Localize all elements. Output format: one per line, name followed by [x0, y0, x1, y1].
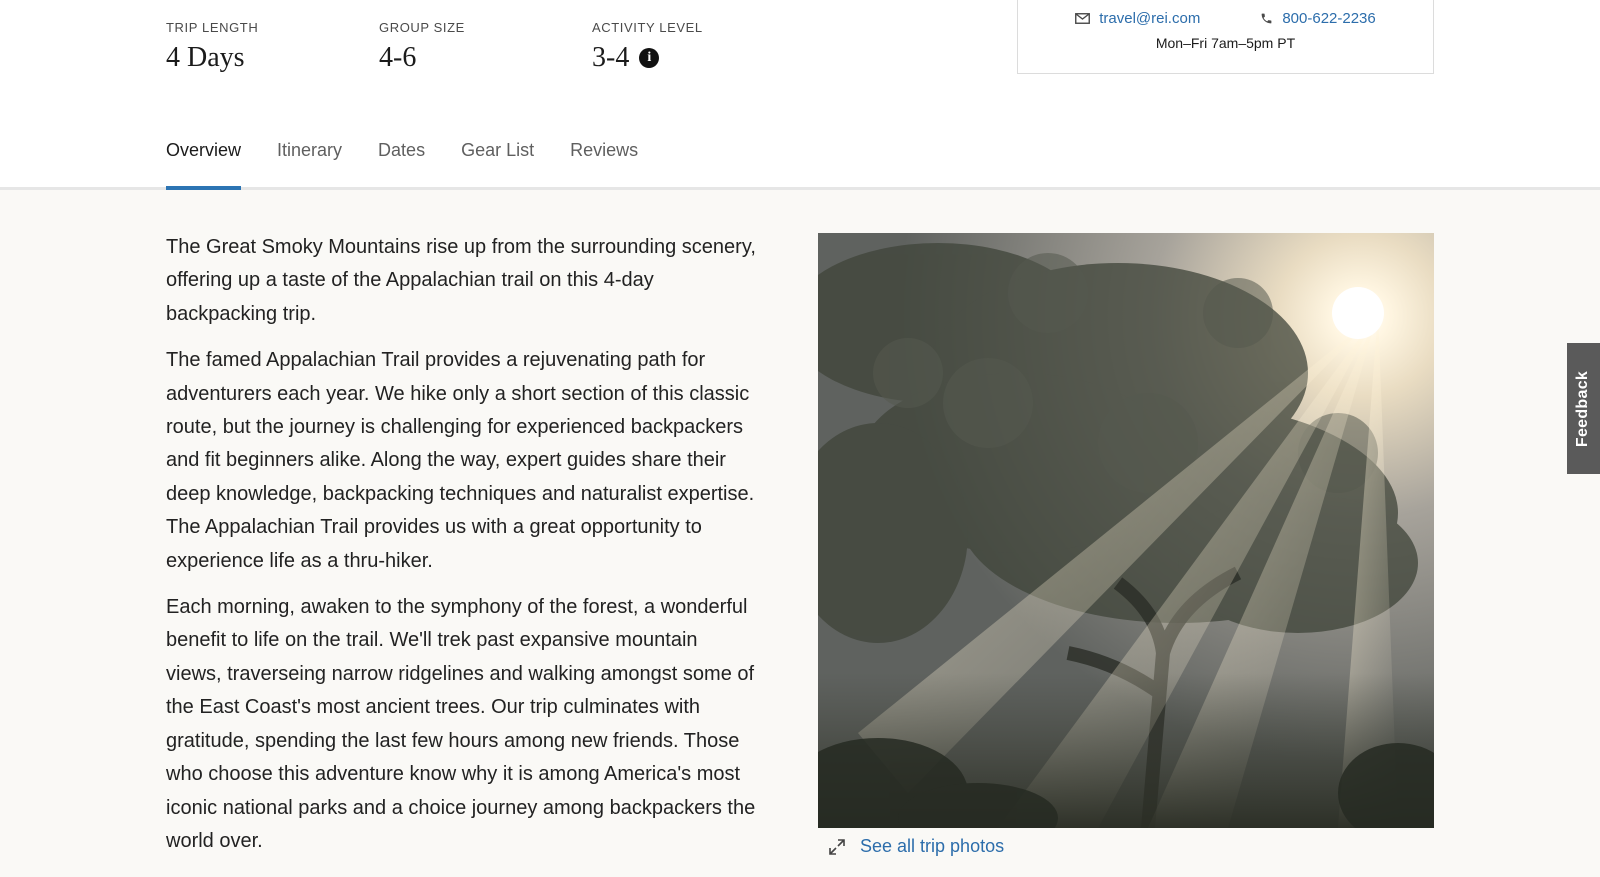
- trip-stats: TRIP LENGTH 4 Days GROUP SIZE 4-6 ACTIVI…: [166, 20, 805, 74]
- contact-row: travel@rei.com 800-622-2236: [1018, 10, 1433, 27]
- stat-trip-length: TRIP LENGTH 4 Days: [166, 20, 379, 74]
- stat-value: 4 Days: [166, 42, 379, 74]
- stat-value-text: 4-6: [379, 42, 417, 73]
- stat-label: GROUP SIZE: [379, 20, 465, 35]
- email-text: travel@rei.com: [1099, 10, 1201, 27]
- stat-value: 4-6: [379, 42, 592, 74]
- tab-dates[interactable]: Dates: [378, 140, 425, 190]
- stat-group-size: GROUP SIZE 4-6: [379, 20, 592, 74]
- overview-section: The Great Smoky Mountains rise up from t…: [0, 190, 1600, 877]
- stat-label: ACTIVITY LEVEL: [592, 20, 703, 35]
- phone-text: 800-622-2236: [1282, 10, 1376, 27]
- overview-text: The Great Smoky Mountains rise up from t…: [166, 231, 756, 871]
- overview-paragraph: The Great Smoky Mountains rise up from t…: [166, 236, 756, 325]
- tab-reviews[interactable]: Reviews: [570, 140, 638, 190]
- overview-paragraph: Each morning, awaken to the symphony of …: [166, 596, 756, 852]
- see-all-photos-label: See all trip photos: [860, 836, 1005, 856]
- tab-itinerary[interactable]: Itinerary: [277, 140, 342, 190]
- feedback-tab[interactable]: Feedback: [1567, 343, 1600, 474]
- stat-activity-level: ACTIVITY LEVEL 3-4 i: [592, 20, 805, 74]
- stat-label: TRIP LENGTH: [166, 20, 259, 35]
- stat-value-text: 3-4: [592, 42, 630, 73]
- tab-overview[interactable]: Overview: [166, 140, 242, 194]
- stat-value-text: 4 Days: [166, 42, 245, 73]
- contact-hours: Mon–Fri 7am–5pm PT: [1155, 35, 1296, 51]
- overview-paragraph: The famed Appalachian Trail provides a r…: [166, 349, 755, 572]
- trip-tabs: Overview Itinerary Dates Gear List Revie…: [166, 140, 674, 194]
- see-all-photos-link[interactable]: See all trip photos: [828, 836, 1004, 857]
- stat-value: 3-4 i: [592, 42, 805, 74]
- trip-photo[interactable]: [818, 233, 1434, 828]
- feedback-label: Feedback: [1574, 370, 1592, 447]
- tab-gear-list[interactable]: Gear List: [461, 140, 534, 190]
- phone-link[interactable]: 800-622-2236: [1260, 10, 1376, 27]
- phone-icon: [1260, 12, 1273, 25]
- email-link[interactable]: travel@rei.com: [1075, 10, 1200, 27]
- trip-header: TRIP LENGTH 4 Days GROUP SIZE 4-6 ACTIVI…: [0, 0, 1600, 194]
- info-icon[interactable]: i: [639, 48, 660, 68]
- contact-box: travel@rei.com 800-622-2236 Mon–Fri 7am–…: [1017, 0, 1434, 74]
- expand-icon: [828, 838, 846, 856]
- forest-sunlight-image: [818, 233, 1434, 828]
- mail-icon: [1075, 13, 1091, 24]
